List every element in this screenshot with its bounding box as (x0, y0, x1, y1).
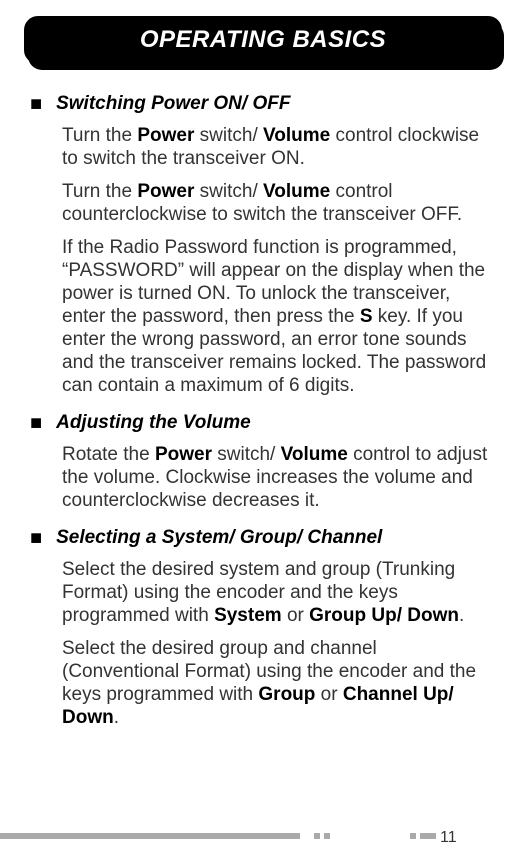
bullet-icon: ■ (30, 92, 42, 116)
footer: 11 (0, 827, 526, 857)
header-container: OPERATING BASICS (24, 16, 502, 72)
footer-ticks-left (314, 833, 330, 839)
page: OPERATING BASICS ■ Switching Power ON/ O… (0, 0, 526, 857)
section-title: Adjusting the Volume (56, 411, 251, 435)
tick-icon (410, 833, 416, 839)
paragraph: Turn the Power switch/ Volume control cl… (62, 124, 496, 170)
paragraph: Select the desired group and channel (Co… (62, 637, 496, 729)
header-inner: OPERATING BASICS (31, 21, 495, 59)
section-volume: ■ Adjusting the Volume Rotate the Power … (30, 411, 496, 512)
section-title: Switching Power ON/ OFF (56, 92, 290, 116)
section-heading: ■ Adjusting the Volume (30, 411, 496, 435)
section-power: ■ Switching Power ON/ OFF Turn the Power… (30, 92, 496, 397)
footer-bar (0, 833, 300, 839)
paragraph: Turn the Power switch/ Volume control co… (62, 180, 496, 226)
section-heading: ■ Selecting a System/ Group/ Channel (30, 526, 496, 550)
page-number: 11 (440, 829, 457, 847)
tick-icon (324, 833, 330, 839)
header-title: OPERATING BASICS (140, 26, 386, 54)
paragraph: Select the desired system and group (Tru… (62, 558, 496, 627)
footer-ticks-right (410, 833, 436, 839)
paragraph: If the Radio Password function is progra… (62, 236, 496, 397)
tick-icon (420, 833, 436, 839)
content: ■ Switching Power ON/ OFF Turn the Power… (24, 92, 502, 729)
bullet-icon: ■ (30, 526, 42, 550)
bullet-icon: ■ (30, 411, 42, 435)
section-title: Selecting a System/ Group/ Channel (56, 526, 382, 550)
tick-icon (314, 833, 320, 839)
section-heading: ■ Switching Power ON/ OFF (30, 92, 496, 116)
section-select: ■ Selecting a System/ Group/ Channel Sel… (30, 526, 496, 729)
paragraph: Rotate the Power switch/ Volume control … (62, 443, 496, 512)
header-bar: OPERATING BASICS (24, 16, 502, 64)
